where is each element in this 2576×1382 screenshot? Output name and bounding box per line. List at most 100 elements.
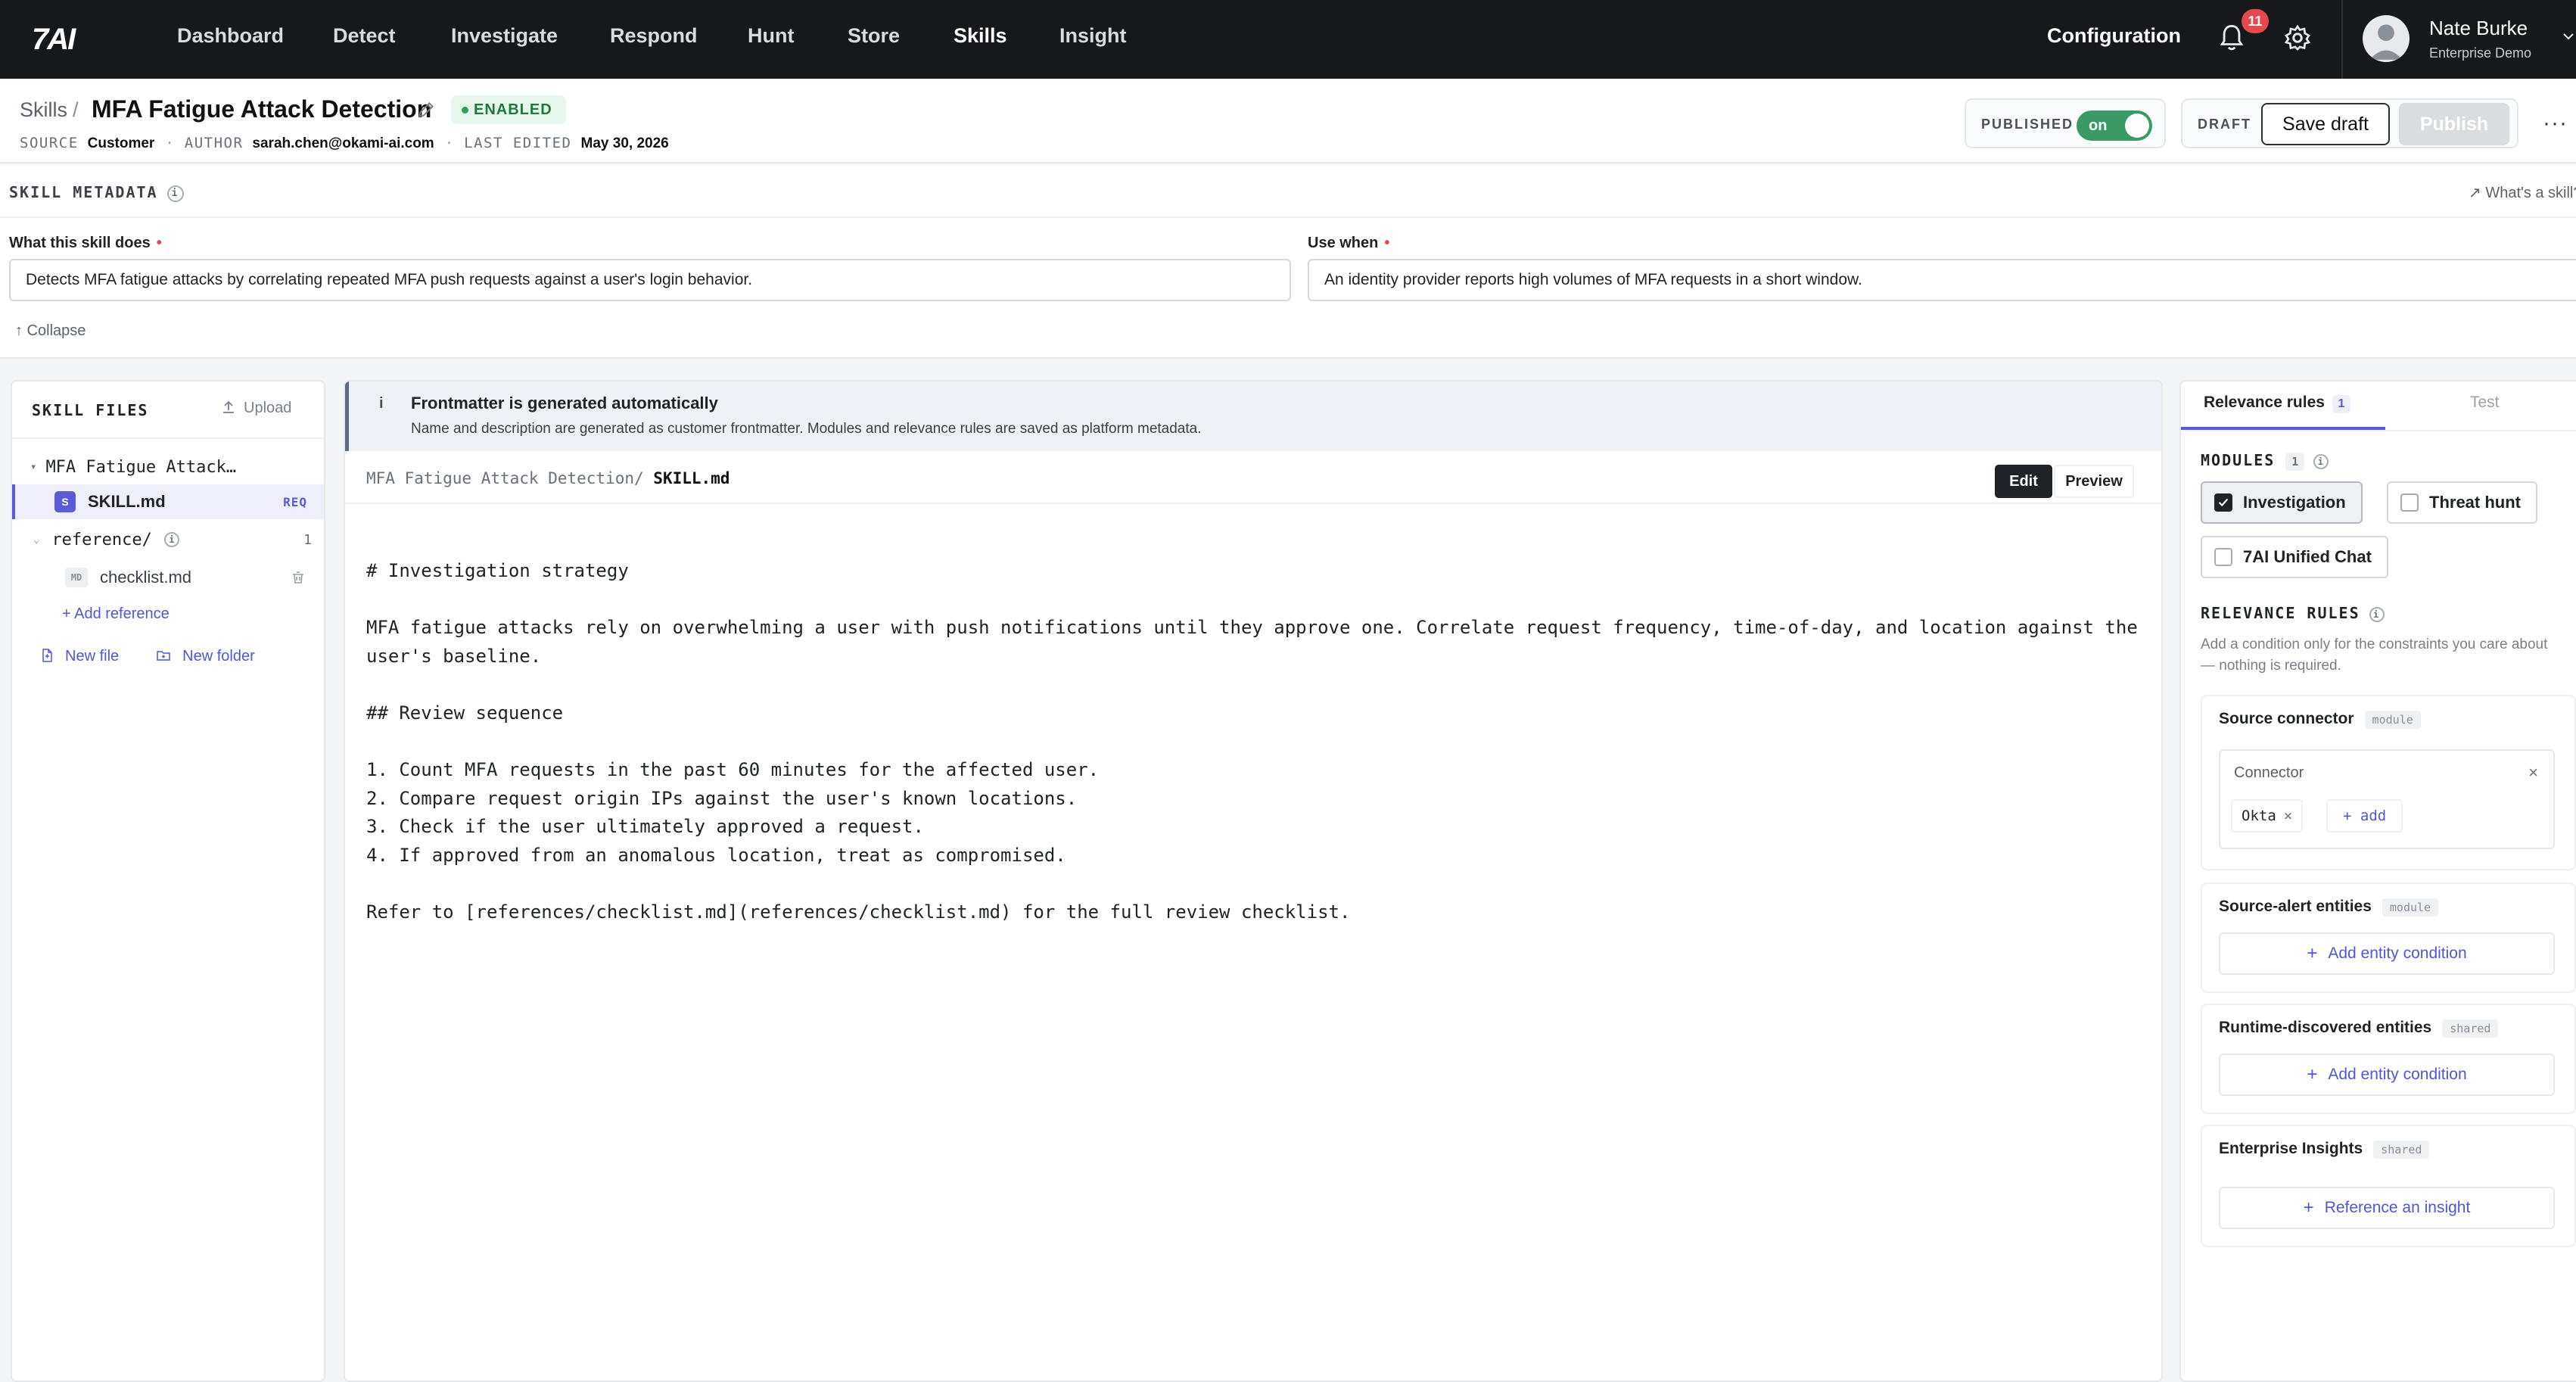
published-label: PUBLISHED [1981, 117, 2074, 132]
relevance-panel: Relevance rules 1 Test MODULES 1 i Investig… [2179, 380, 2576, 1382]
path-file: SKILL.md [653, 469, 730, 487]
whats-a-skill-link[interactable]: ↗ What's a skill? [2469, 183, 2576, 202]
tree-file-checklist[interactable]: MD checklist.md [12, 560, 324, 595]
user-org: Enterprise Demo [2429, 45, 2532, 61]
what-field[interactable]: Detects MFA fatigue attacks by correlati… [9, 259, 1291, 301]
nav-respond[interactable]: Respond [610, 24, 698, 48]
plus-icon: + [2307, 1064, 2318, 1085]
nav-insight[interactable]: Insight [1059, 24, 1127, 48]
gear-icon[interactable] [2284, 24, 2311, 51]
checklist-file-label: checklist.md [100, 568, 192, 587]
nav-detect[interactable]: Detect [333, 24, 396, 48]
skill-file-label: SKILL.md [88, 492, 166, 511]
required-dot: • [1384, 235, 1390, 251]
use-when-field[interactable]: An identity provider reports high volume… [1308, 259, 2576, 301]
toggle-text: on [2089, 117, 2108, 134]
metadata-title: SKILL METADATA i [9, 183, 184, 202]
use-when-label: Use when • [1308, 235, 1389, 252]
skill-file-badge: S [54, 491, 76, 512]
modules-title-text: MODULES [2201, 451, 2276, 469]
nav-configuration[interactable]: Configuration [2047, 24, 2181, 48]
nav-store[interactable]: Store [848, 24, 900, 48]
save-draft-button[interactable]: Save draft [2261, 103, 2390, 145]
upload-button[interactable]: Upload [221, 400, 291, 417]
source-value: Customer [87, 135, 155, 151]
module-threat-hunt[interactable]: Threat hunt [2387, 481, 2537, 524]
new-file-label: New file [65, 647, 120, 665]
trash-icon[interactable] [291, 570, 306, 585]
module-unified-chat[interactable]: 7AI Unified Chat [2201, 536, 2388, 578]
collapse-link[interactable]: ↑ Collapse [15, 322, 86, 340]
source-alert-entities-title: Source-alert entities module [2219, 898, 2439, 917]
check-icon [2218, 498, 2229, 507]
nav-hunt[interactable]: Hunt [748, 24, 794, 48]
pencil-icon[interactable] [416, 100, 436, 120]
caret-icon: ▾ [30, 461, 37, 473]
modules-count: 1 [2285, 453, 2305, 471]
new-folder-label: New folder [182, 647, 255, 665]
add-entity-condition-button[interactable]: + Add entity condition [2219, 1054, 2555, 1096]
tab-relevance-label: Relevance rules [2204, 394, 2325, 411]
info-icon[interactable]: i [163, 532, 179, 547]
tab-test[interactable]: Test [2470, 394, 2500, 412]
frontmatter-banner: i Frontmatter is generated automatically… [345, 381, 2161, 451]
info-icon[interactable]: i [2369, 606, 2385, 622]
add-reference-link[interactable]: + Add reference [12, 596, 324, 631]
draft-actions: DRAFT Save draft Publish [2181, 98, 2518, 148]
nav-investigate[interactable]: Investigate [451, 24, 558, 48]
chevron-down-icon: ⌄ [33, 534, 40, 546]
close-icon[interactable]: × [2528, 763, 2538, 783]
metadata-title-text: SKILL METADATA [9, 183, 158, 201]
source-connector-label: Source connector [2219, 710, 2354, 727]
relevance-rules-title: RELEVANCE RULES i [2201, 604, 2385, 622]
what-label: What this skill does • [9, 235, 162, 252]
required-tag: REQ [283, 494, 307, 509]
connector-value: Okta [2242, 808, 2276, 824]
tree-folder-reference[interactable]: ⌄ reference/ i 1 [12, 522, 324, 557]
breadcrumb-skills[interactable]: Skills [20, 98, 67, 122]
relevance-rules-description: Add a condition only for the constraints… [2201, 637, 2548, 674]
user-name[interactable]: Nate Burke [2429, 17, 2528, 40]
editor-panel: i Frontmatter is generated automatically… [344, 380, 2163, 1382]
nav-skills[interactable]: Skills [954, 24, 1007, 48]
modules-title: MODULES 1 i [2201, 451, 2329, 471]
chevron-down-icon[interactable] [2561, 29, 2576, 44]
markdown-editor[interactable]: # Investigation strategy MFA fatigue att… [366, 557, 2138, 927]
info-icon[interactable]: i [166, 185, 184, 202]
divider [2181, 430, 2576, 431]
publish-button[interactable]: Publish [2399, 103, 2509, 145]
connector-condition: Connector × Okta × + add [2219, 749, 2555, 849]
more-options-icon[interactable]: ··· [2543, 110, 2568, 136]
add-entity-condition-label: Add entity condition [2328, 1066, 2467, 1083]
banner-text: Name and description are generated as cu… [411, 421, 1202, 437]
new-folder-button[interactable]: New folder [155, 648, 255, 665]
tab-relevance-rules[interactable]: Relevance rules 1 [2204, 394, 2350, 413]
path-prefix: MFA Fatigue Attack Detection/ [366, 469, 654, 487]
edit-mode-button[interactable]: Edit [1995, 465, 2052, 498]
enterprise-insights-label: Enterprise Insights [2219, 1140, 2363, 1157]
module-unified-chat-label: 7AI Unified Chat [2243, 547, 2372, 566]
tab-count-badge: 1 [2332, 395, 2350, 413]
remove-icon[interactable]: × [2284, 808, 2292, 824]
divider [0, 216, 2576, 218]
published-toggle[interactable]: on [2077, 110, 2152, 141]
nav-dashboard[interactable]: Dashboard [177, 24, 284, 48]
preview-mode-button[interactable]: Preview [2054, 465, 2134, 498]
info-icon[interactable]: i [2313, 453, 2329, 469]
bell-icon[interactable] [2219, 23, 2245, 53]
brand-logo[interactable]: 7AI [32, 23, 76, 57]
enterprise-insights-card: Enterprise Insights shared + Reference an … [2201, 1125, 2576, 1247]
user-avatar[interactable] [2363, 15, 2410, 62]
runtime-entities-label: Runtime-discovered entities [2219, 1019, 2432, 1036]
connector-add-button[interactable]: + add [2326, 799, 2403, 833]
tree-root-folder[interactable]: ▾ MFA Fatigue Attack… [12, 450, 324, 484]
author-value: sarah.chen@okami-ai.com [252, 135, 434, 151]
reference-insight-button[interactable]: + Reference an insight [2219, 1187, 2555, 1229]
enterprise-insights-title: Enterprise Insights shared [2219, 1140, 2430, 1159]
page-title: MFA Fatigue Attack Detection [92, 95, 432, 123]
add-entity-condition-button[interactable]: + Add entity condition [2219, 932, 2555, 975]
tree-file-skill-md[interactable]: S SKILL.md REQ [12, 484, 324, 519]
module-investigation[interactable]: Investigation [2201, 481, 2363, 524]
new-file-button[interactable]: New file [39, 648, 119, 665]
upload-label: Upload [244, 400, 292, 416]
